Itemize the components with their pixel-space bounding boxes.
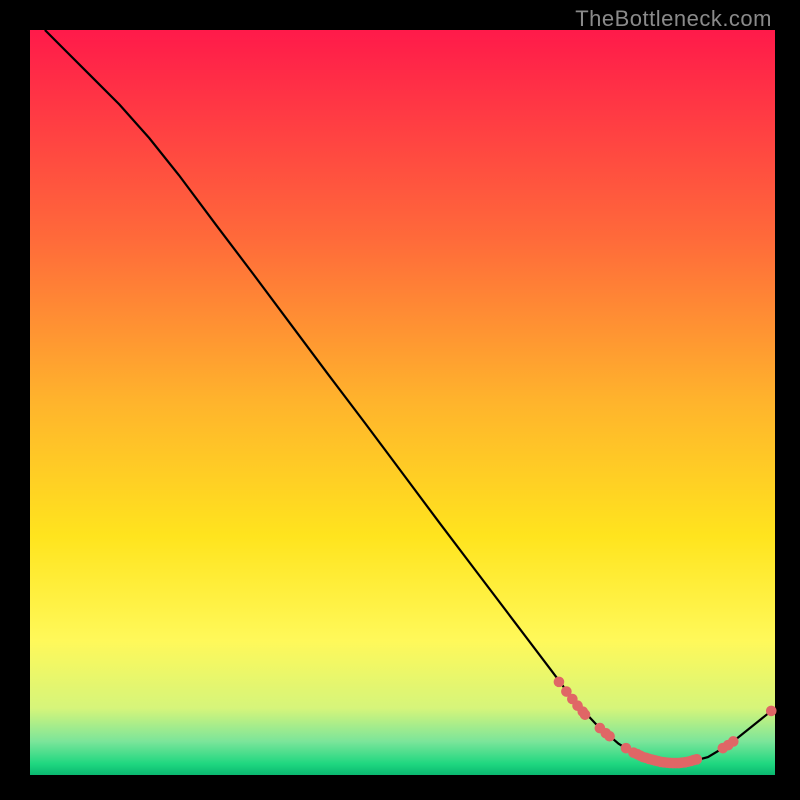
chart-svg <box>0 0 800 800</box>
data-marker <box>580 709 591 720</box>
data-marker <box>691 754 702 765</box>
gradient-background <box>30 30 775 775</box>
data-marker <box>728 736 739 747</box>
watermark-text: TheBottleneck.com <box>575 6 772 32</box>
data-marker <box>766 706 777 717</box>
data-marker <box>554 677 565 688</box>
data-marker <box>604 731 615 742</box>
bottleneck-chart: TheBottleneck.com <box>0 0 800 800</box>
